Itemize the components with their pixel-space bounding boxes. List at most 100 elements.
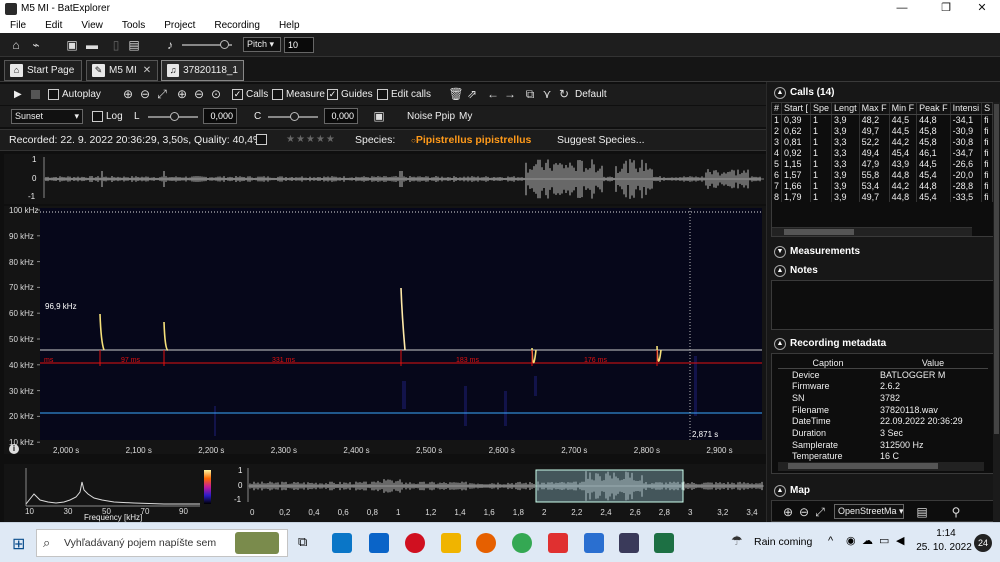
volume-slider[interactable] — [182, 40, 232, 49]
tab-m5-mi[interactable]: ✎ M5 MI ✕ — [86, 60, 158, 81]
menu-recording[interactable]: Recording — [204, 20, 269, 31]
export-call-icon[interactable]: ⇗ — [464, 86, 480, 102]
media-icon[interactable] — [584, 533, 604, 553]
default-label[interactable]: Default — [575, 89, 607, 100]
bat-icon[interactable]: ⌁ — [28, 37, 44, 53]
weather-icon[interactable]: ☂ — [731, 533, 743, 549]
file-explorer-icon[interactable] — [441, 533, 461, 553]
notes-panel-header[interactable]: ▲ Notes — [770, 262, 998, 279]
pitch-dropdown[interactable]: Pitch ▾ — [243, 37, 281, 52]
menu-edit[interactable]: Edit — [35, 20, 71, 31]
tray-chevron-icon[interactable]: ^ — [828, 535, 833, 547]
copy-icon[interactable]: ▯ — [108, 37, 124, 53]
metadata-row[interactable]: SN 3782 — [778, 392, 988, 404]
calls-table-row[interactable]: 4 0,92 1 3,3 49,4 45,4 46,1 -34,7 fi — [772, 147, 994, 158]
merge-icon[interactable]: ⋎ — [539, 86, 555, 102]
metadata-row[interactable]: DateTime 22.09.2022 20:36:29 — [778, 415, 988, 427]
calls-col-header[interactable]: Peak F — [916, 103, 951, 115]
edge-icon[interactable] — [332, 533, 352, 553]
autoplay-toggle[interactable]: Autoplay — [48, 88, 101, 100]
metadata-scrollbar[interactable] — [778, 462, 984, 471]
calls-table-row[interactable]: 2 0,62 1 3,9 49,7 44,5 45,8 -30,9 fi — [772, 125, 994, 136]
copy-view-icon[interactable]: ⧉ — [522, 86, 538, 102]
open-folder-icon[interactable]: ▬ — [84, 37, 100, 53]
close-tab-icon[interactable]: ✕ — [143, 65, 151, 76]
info-icon[interactable]: i — [9, 444, 19, 454]
side-scrollbar[interactable] — [993, 102, 1000, 522]
spectrogram[interactable]: 96,9 kHz 2,871 s 100 kHz 90 kHz 80 kHz 70 k… — [4, 206, 766, 455]
task-view-icon[interactable]: ⧉ — [298, 534, 307, 550]
metadata-row[interactable]: Duration 3 Sec — [778, 427, 988, 439]
tab-recording[interactable]: ♫ 37820118_1 — [161, 60, 244, 81]
menu-file[interactable]: File — [0, 20, 35, 31]
map-provider-dropdown[interactable]: OpenStreetMa ▾ — [834, 504, 904, 519]
excel-icon[interactable] — [654, 533, 674, 553]
map-panel-header[interactable]: ▲ Map — [770, 482, 998, 499]
zoom-reset-icon[interactable]: ⊙ — [208, 86, 224, 102]
weather-text[interactable]: Rain coming — [754, 536, 812, 548]
calls-table-row[interactable]: 8 1,79 1 3,9 49,7 44,8 45,4 -33,5 fi — [772, 191, 994, 202]
calls-col-header[interactable]: Lengt — [831, 103, 860, 115]
quality-checkbox[interactable] — [256, 134, 267, 145]
map-export-icon[interactable]: ▤ — [914, 504, 930, 520]
stop-icon[interactable] — [31, 90, 40, 99]
overview-panel[interactable]: 1 0 -1 0 0,2 0,4 0,6 0,8 1 1,2 1,4 1,6 1,8 2 2,2 2,4… — [224, 464, 766, 522]
batexplorer-icon[interactable] — [619, 533, 639, 553]
tab-start-page[interactable]: ⌂ Start Page — [4, 60, 82, 81]
measurements-panel-header[interactable]: ▼ Measurements — [770, 243, 998, 260]
map-fit-icon[interactable]: ⤢ — [812, 504, 828, 520]
log-toggle[interactable]: Log — [92, 110, 123, 122]
pitch-value-spinner[interactable]: 10 — [284, 37, 314, 53]
calls-col-header[interactable]: Max F — [859, 103, 890, 115]
c-slider[interactable] — [268, 112, 318, 121]
preset-noise[interactable]: Noise — [407, 111, 433, 122]
save-icon[interactable]: ▣ — [64, 37, 80, 53]
opera-icon[interactable] — [405, 533, 425, 553]
calls-toggle[interactable]: ✓ Calls — [232, 88, 268, 100]
zoom-in-freq-icon[interactable]: ⊕ — [174, 86, 190, 102]
metadata-row[interactable]: Filename 37820118.wav — [778, 404, 988, 416]
metadata-panel-header[interactable]: ▲ Recording metadata — [770, 335, 998, 352]
calls-panel-header[interactable]: ▲ Calls (14) — [770, 84, 998, 101]
menu-project[interactable]: Project — [154, 20, 204, 31]
preset-ppip[interactable]: Ppip — [435, 111, 455, 122]
arrow-right-icon[interactable]: → — [502, 86, 518, 102]
chrome-icon[interactable] — [512, 533, 532, 553]
network-icon[interactable]: ▭ — [879, 534, 889, 547]
clock-date[interactable]: 25. 10. 2022 — [914, 542, 974, 553]
metadata-col-caption[interactable]: Caption — [778, 357, 878, 370]
refresh-icon[interactable]: ↻ — [556, 86, 572, 102]
speaker-icon[interactable]: ◀ — [896, 534, 904, 547]
clock-time[interactable]: 1:14 — [926, 528, 966, 539]
calls-table-row[interactable]: 6 1,57 1 3,9 55,8 44,8 45,4 -20,0 fi — [772, 169, 994, 180]
calls-col-header[interactable]: Min F — [889, 103, 918, 115]
delete-icon[interactable]: 🗑 — [448, 86, 464, 102]
calls-col-header[interactable]: Spe — [810, 103, 833, 115]
zoom-out-icon[interactable]: ⊖ — [137, 86, 153, 102]
species-value[interactable]: ○Pipistrellus pipistrellus — [411, 134, 531, 146]
calls-col-header[interactable]: Start [ — [781, 103, 812, 115]
map-zoom-in-icon[interactable]: ⊕ — [780, 504, 796, 520]
measure-toggle[interactable]: Measure — [272, 88, 325, 100]
colormap-dropdown[interactable]: Sunset ▾ — [11, 109, 83, 124]
l-value-input[interactable]: 0,000 — [203, 108, 237, 124]
calls-col-header[interactable]: # — [772, 103, 782, 115]
calls-table-row[interactable]: 3 0,81 1 3,3 52,2 44,2 45,8 -30,8 fi — [772, 136, 994, 147]
l-slider[interactable] — [148, 112, 198, 121]
calls-scrollbar[interactable] — [772, 227, 972, 236]
anydesk-icon[interactable] — [548, 533, 568, 553]
metadata-row[interactable]: Temperature 16 C — [778, 451, 988, 463]
metadata-row[interactable]: Firmware 2.6.2 — [778, 380, 988, 392]
zoom-in-icon[interactable]: ⊕ — [120, 86, 136, 102]
map-zoom-out-icon[interactable]: ⊖ — [796, 504, 812, 520]
arrow-left-icon[interactable]: ← — [485, 86, 501, 102]
rating-stars[interactable]: ★★★★★ — [286, 134, 336, 145]
home-icon[interactable]: ⌂ — [8, 37, 24, 53]
calls-col-header[interactable]: S — [981, 103, 994, 115]
mail-icon[interactable] — [369, 533, 389, 553]
calls-table-row[interactable]: 7 1,66 1 3,9 53,4 44,2 44,8 -28,8 fi — [772, 180, 994, 191]
tray-shield-icon[interactable]: ◉ — [846, 534, 856, 547]
metadata-row[interactable]: Samplerate 312500 Hz — [778, 439, 988, 451]
preset-my[interactable]: My — [459, 111, 472, 122]
save-preset-icon[interactable]: ▣ — [371, 108, 387, 124]
